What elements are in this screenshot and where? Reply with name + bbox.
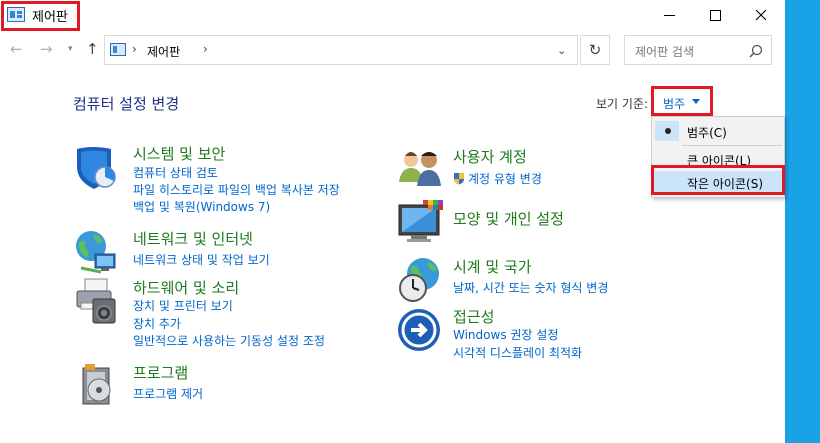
category-title[interactable]: 네트워크 및 인터넷 (133, 228, 253, 249)
refresh-button[interactable]: ↻ (580, 35, 610, 65)
category-link[interactable]: 시각적 디스플레이 최적화 (453, 344, 582, 361)
title-highlight-box (1, 1, 80, 31)
breadcrumb-chevron-icon[interactable]: › (132, 42, 137, 56)
monitor-palette-icon[interactable] (397, 199, 445, 247)
breadcrumb-control-panel[interactable]: 제어판 (147, 43, 180, 60)
category-link[interactable]: 날짜, 시간 또는 숫자 형식 변경 (453, 279, 608, 296)
network-globe-icon[interactable] (73, 228, 121, 276)
recent-locations-chevron-icon[interactable]: ▾ (68, 44, 73, 54)
user-accounts-icon[interactable] (397, 146, 445, 194)
close-icon (755, 9, 767, 21)
category-link[interactable]: 프로그램 제거 (133, 385, 203, 402)
forward-arrow-icon[interactable]: → (40, 40, 53, 58)
category-link[interactable]: 컴퓨터 상태 검토 (133, 164, 218, 181)
minimize-button[interactable] (646, 0, 692, 30)
view-by-value[interactable]: 범주 (663, 95, 685, 112)
clock-globe-icon[interactable] (397, 256, 445, 304)
desktop-background-strip (785, 0, 820, 443)
programs-disc-box-icon[interactable] (73, 362, 121, 410)
category-title[interactable]: 사용자 계정 (453, 146, 527, 167)
page-title: 컴퓨터 설정 변경 (73, 95, 180, 113)
search-icon[interactable] (749, 44, 763, 58)
maximize-icon (709, 9, 721, 21)
address-bar[interactable]: › 제어판 › ⌄ (104, 35, 578, 65)
menu-item-category[interactable]: 범주(C) (652, 120, 784, 142)
view-by-dropdown[interactable]: 범주 (651, 86, 713, 116)
minimize-icon (663, 14, 675, 16)
category-link[interactable]: 네트워크 상태 및 작업 보기 (133, 251, 270, 268)
category-link[interactable]: 계정 유형 변경 (453, 170, 542, 187)
category-title[interactable]: 프로그램 (133, 362, 188, 383)
caret-down-icon (692, 99, 700, 104)
up-arrow-icon[interactable]: ↑ (86, 40, 99, 58)
category-title[interactable]: 하드웨어 및 소리 (133, 277, 239, 298)
category-link[interactable]: 파일 히스토리로 파일의 백업 복사본 저장 (133, 181, 340, 198)
breadcrumb-chevron-icon[interactable]: › (203, 42, 208, 56)
address-dropdown-chevron-icon[interactable]: ⌄ (557, 44, 566, 57)
category-title[interactable]: 모양 및 개인 설정 (453, 208, 564, 229)
small-icons-highlight-box (651, 165, 785, 195)
category-title[interactable]: 시스템 및 보안 (133, 143, 225, 164)
close-button[interactable] (738, 0, 784, 30)
menu-divider (682, 145, 782, 146)
category-link[interactable]: 일반적으로 사용하는 기동성 설정 조정 (133, 332, 325, 349)
category-link[interactable]: 장치 추가 (133, 315, 181, 332)
control-panel-window: 제어판 ← → ▾ ↑ › 제어판 › ⌄ ↻ 제어판 검색 컴퓨터 설정 변경… (0, 0, 785, 443)
back-arrow-icon[interactable]: ← (10, 40, 23, 58)
category-title[interactable]: 시계 및 국가 (453, 256, 532, 277)
view-by-label: 보기 기준: (596, 97, 649, 111)
control-panel-small-icon (110, 43, 126, 56)
ease-of-access-icon[interactable] (397, 306, 445, 354)
category-link[interactable]: 장치 및 프린터 보기 (133, 297, 233, 314)
category-title[interactable]: 접근성 (453, 306, 494, 327)
printer-speaker-icon[interactable] (73, 277, 121, 325)
refresh-icon: ↻ (588, 41, 602, 59)
maximize-button[interactable] (692, 0, 738, 30)
uac-shield-icon (454, 173, 464, 185)
category-link[interactable]: 백업 및 복원(Windows 7) (133, 198, 270, 215)
menu-item-label: 범주(C) (687, 126, 727, 140)
category-link[interactable]: Windows 권장 설정 (453, 326, 558, 343)
search-placeholder: 제어판 검색 (635, 45, 695, 59)
shield-icon[interactable] (73, 143, 121, 191)
selected-marker (655, 121, 679, 141)
bullet-icon (665, 128, 671, 134)
search-input[interactable]: 제어판 검색 (624, 35, 772, 65)
account-type-link-label[interactable]: 계정 유형 변경 (468, 172, 542, 186)
